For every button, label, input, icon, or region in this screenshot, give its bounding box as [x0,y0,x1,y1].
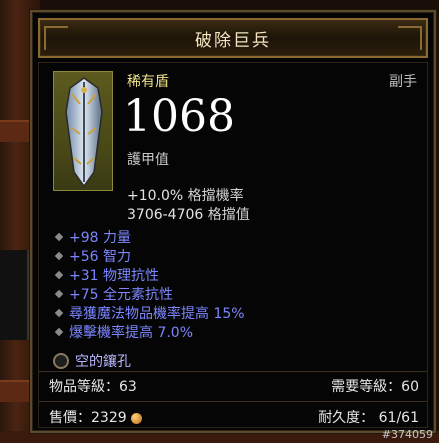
affix-item: +56 智力 [53,246,245,265]
affix-text: +75 全元素抗性 [69,286,173,303]
affix-item: 爆擊機率提高 7.0% [53,322,245,341]
item-name: 破除巨兵 [195,30,271,51]
durability-label: 耐久度： [318,410,375,426]
background-character-part [0,250,30,340]
affix-text: 尋獲魔法物品機率提高 15% [69,305,245,322]
item-tooltip: 破除巨兵 稀有盾 副手 1068 護甲值 +10.0% 格擋機率 3706-47… [30,10,436,433]
shield-icon [65,77,103,188]
tooltip-footer: 售價：2329 耐久度： 61/61 [49,407,419,427]
durability: 耐久度： 61/61 [318,407,419,427]
block-chance-label: 格擋機率 [187,188,244,204]
sell-price-label: 售價： [49,410,91,426]
item-image-slot [53,71,113,191]
tooltip-title-bar: 破除巨兵 [38,18,428,58]
bullet-diamond-icon [54,308,64,317]
armor-value: 1068 [123,91,235,142]
block-amount: 3706-4706 格擋值 [127,204,250,224]
gold-coin-icon [130,412,142,424]
block-chance-value: +10.0% [127,188,184,204]
affix-list: +98 力量 +56 智力 +31 物理抗性 +75 全元素抗性 尋獲魔法物品機… [53,227,245,341]
block-chance: +10.0% 格擋機率 [127,185,244,205]
affix-item: 尋獲魔法物品機率提高 15% [53,303,245,322]
socket-icon [53,353,69,369]
affix-item: +31 物理抗性 [53,265,245,284]
socket-label: 空的鑲孔 [75,354,131,370]
bullet-diamond-icon [54,289,64,298]
bullet-diamond-icon [54,327,64,336]
durability-value: 61/61 [378,410,419,426]
item-level: 物品等級：63 [49,379,137,395]
armor-label: 護甲值 [127,152,169,168]
block-amount-label: 格擋值 [207,207,250,223]
title-ornament-right [398,26,422,50]
sell-price-value: 2329 [91,410,127,426]
empty-socket: 空的鑲孔 [53,351,131,371]
item-slot-type: 副手 [389,74,417,90]
affix-text: +56 智力 [69,248,131,265]
block-amount-value: 3706-4706 [127,207,204,223]
item-rarity: 稀有盾 [127,74,169,90]
level-row: 物品等級：63 需要等級：60 [49,376,419,396]
bullet-diamond-icon [54,232,64,241]
divider [39,371,427,372]
affix-text: +98 力量 [69,229,131,246]
bullet-diamond-icon [54,270,64,279]
affix-text: 爆擊機率提高 7.0% [69,324,194,341]
bullet-diamond-icon [54,251,64,260]
title-ornament-left [44,26,68,50]
affix-item: +75 全元素抗性 [53,284,245,303]
divider [39,401,427,402]
tooltip-body: 稀有盾 副手 1068 護甲值 +10.0% 格擋機率 3706-4706 格擋… [38,62,428,428]
image-id-label: #374059 [381,428,433,441]
affix-item: +98 力量 [53,227,245,246]
required-level: 需要等級：60 [331,379,419,395]
affix-text: +31 物理抗性 [69,267,159,284]
